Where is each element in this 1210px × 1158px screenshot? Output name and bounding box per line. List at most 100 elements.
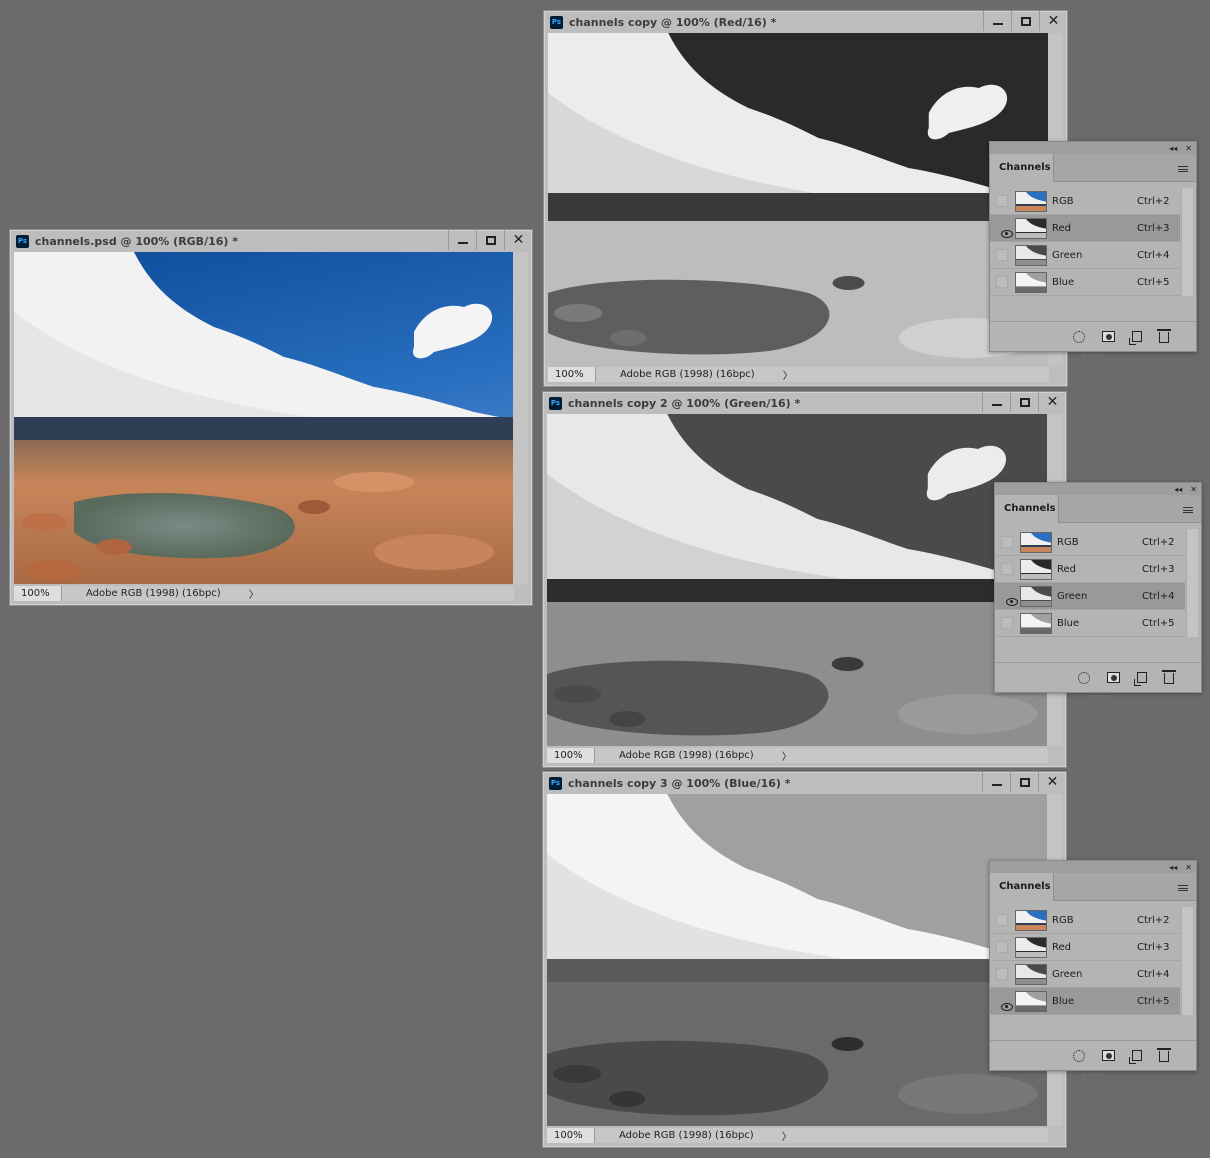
visibility-toggle[interactable]: [996, 968, 1008, 980]
minimize-icon: [991, 404, 1002, 406]
document-title: channels.psd @ 100% (RGB/16) *: [35, 234, 239, 248]
channel-row-red[interactable]: Red Ctrl+3: [990, 215, 1180, 242]
collapse-icon[interactable]: ◂◂: [1174, 485, 1182, 494]
visibility-toggle[interactable]: [1001, 536, 1013, 548]
panel-scrollbar[interactable]: [1181, 188, 1193, 296]
load-selection-icon[interactable]: [1073, 1049, 1085, 1062]
image-canvas[interactable]: [547, 414, 1048, 746]
save-mask-icon[interactable]: [1107, 672, 1120, 683]
tab-channels[interactable]: Channels: [995, 495, 1059, 523]
panel-scrollbar[interactable]: [1186, 529, 1198, 637]
panel-menu-icon[interactable]: [1183, 507, 1193, 513]
vertical-scrollbar[interactable]: [513, 252, 528, 584]
visibility-toggle[interactable]: [996, 995, 1013, 1011]
photoshop-icon: Ps: [16, 234, 29, 248]
channel-shortcut: Ctrl+3: [1142, 564, 1175, 575]
zoom-level[interactable]: 100%: [547, 748, 595, 763]
minimize-button[interactable]: [982, 392, 1010, 412]
channel-row-red[interactable]: Red Ctrl+3: [990, 934, 1180, 961]
visibility-toggle[interactable]: [1001, 563, 1013, 575]
delete-channel-icon[interactable]: [1157, 329, 1171, 343]
channel-row-rgb[interactable]: RGB Ctrl+2: [995, 529, 1185, 556]
close-button[interactable]: ✕: [1039, 11, 1067, 31]
close-icon: ✕: [1046, 774, 1059, 790]
close-icon: ✕: [1046, 394, 1059, 410]
document-window-rgb[interactable]: Ps channels.psd @ 100% (RGB/16) * ✕ 100%…: [9, 229, 533, 606]
close-panel-icon[interactable]: ✕: [1185, 863, 1192, 872]
close-button[interactable]: ✕: [504, 230, 532, 250]
chevron-right-icon[interactable]: 〉: [783, 367, 793, 382]
load-selection-icon[interactable]: [1078, 671, 1090, 684]
channel-row-green[interactable]: Green Ctrl+4: [990, 961, 1180, 988]
channel-row-green[interactable]: Green Ctrl+4: [990, 242, 1180, 269]
visibility-toggle[interactable]: [996, 914, 1008, 926]
close-button[interactable]: ✕: [1038, 772, 1066, 792]
chevron-right-icon[interactable]: 〉: [249, 586, 259, 601]
visibility-toggle[interactable]: [996, 222, 1013, 238]
image-canvas[interactable]: [548, 33, 1049, 365]
tab-channels[interactable]: Channels: [990, 154, 1054, 182]
channel-row-blue[interactable]: Blue Ctrl+5: [990, 269, 1180, 296]
delete-channel-icon[interactable]: [1162, 670, 1176, 684]
visibility-toggle[interactable]: [996, 941, 1008, 953]
tab-channels[interactable]: Channels: [990, 873, 1054, 901]
image-canvas[interactable]: [14, 252, 514, 584]
maximize-button[interactable]: [476, 230, 504, 250]
resize-grip[interactable]: [1083, 354, 1103, 357]
visibility-toggle[interactable]: [996, 249, 1008, 261]
new-channel-icon[interactable]: [1129, 331, 1142, 345]
zoom-level[interactable]: 100%: [548, 367, 596, 382]
minimize-button[interactable]: [982, 772, 1010, 792]
minimize-button[interactable]: [983, 11, 1011, 31]
channel-row-rgb[interactable]: RGB Ctrl+2: [990, 188, 1180, 215]
close-panel-icon[interactable]: ✕: [1185, 144, 1192, 153]
chevron-right-icon[interactable]: 〉: [782, 1128, 792, 1143]
channel-row-red[interactable]: Red Ctrl+3: [995, 556, 1185, 583]
close-icon: ✕: [512, 232, 525, 248]
eye-icon: [1001, 1003, 1013, 1011]
visibility-toggle[interactable]: [996, 276, 1008, 288]
panel-header[interactable]: ◂◂ ✕: [995, 483, 1201, 495]
channel-row-blue[interactable]: Blue Ctrl+5: [995, 610, 1185, 637]
minimize-button[interactable]: [448, 230, 476, 250]
channel-row-blue[interactable]: Blue Ctrl+5: [990, 988, 1180, 1015]
channel-list: RGB Ctrl+2 Red Ctrl+3 Green Ctrl+4 Blue Ctrl+5: [990, 188, 1180, 296]
panel-header[interactable]: ◂◂ ✕: [990, 861, 1196, 873]
channel-row-rgb[interactable]: RGB Ctrl+2: [990, 907, 1180, 934]
delete-channel-icon[interactable]: [1157, 1048, 1171, 1062]
load-selection-icon[interactable]: [1073, 330, 1085, 343]
chevron-right-icon[interactable]: 〉: [782, 748, 792, 763]
collapse-icon[interactable]: ◂◂: [1169, 863, 1177, 872]
save-mask-icon[interactable]: [1102, 1050, 1115, 1061]
maximize-button[interactable]: [1010, 772, 1038, 792]
image-canvas[interactable]: [547, 794, 1048, 1126]
save-mask-icon[interactable]: [1102, 331, 1115, 342]
close-panel-icon[interactable]: ✕: [1190, 485, 1197, 494]
channel-thumbnail: [1015, 191, 1047, 212]
resize-grip[interactable]: [1083, 1073, 1103, 1076]
visibility-toggle[interactable]: [1001, 617, 1013, 629]
panel-footer: [990, 1040, 1196, 1076]
close-button[interactable]: ✕: [1038, 392, 1066, 412]
visibility-toggle[interactable]: [996, 195, 1008, 207]
panel-header[interactable]: ◂◂ ✕: [990, 142, 1196, 154]
red-channel-photo: [548, 33, 1049, 365]
maximize-button[interactable]: [1010, 392, 1038, 412]
panel-menu-icon[interactable]: [1178, 885, 1188, 891]
panel-scrollbar[interactable]: [1181, 907, 1193, 1015]
new-channel-icon[interactable]: [1129, 1050, 1142, 1064]
channel-name: Red: [1052, 223, 1071, 234]
new-channel-icon[interactable]: [1134, 672, 1147, 686]
zoom-level[interactable]: 100%: [547, 1128, 595, 1143]
channels-panel[interactable]: ◂◂ ✕ Channels RGB Ctrl+2 Red Ctrl+3 Green Ctrl+4…: [989, 860, 1197, 1076]
document-window-green[interactable]: Ps channels copy 2 @ 100% (Green/16) * ✕…: [542, 391, 1067, 768]
channels-panel[interactable]: ◂◂ ✕ Channels RGB Ctrl+2 Red Ctrl+3 Green Ctrl+4…: [989, 141, 1197, 357]
collapse-icon[interactable]: ◂◂: [1169, 144, 1177, 153]
channels-panel[interactable]: ◂◂ ✕ Channels RGB Ctrl+2 Red Ctrl+3 Green Ctrl+4…: [994, 482, 1202, 698]
panel-menu-icon[interactable]: [1178, 166, 1188, 172]
maximize-button[interactable]: [1011, 11, 1039, 31]
channel-row-green[interactable]: Green Ctrl+4: [995, 583, 1185, 610]
resize-grip[interactable]: [1088, 695, 1108, 698]
zoom-level[interactable]: 100%: [14, 586, 62, 601]
visibility-toggle[interactable]: [1001, 590, 1018, 606]
